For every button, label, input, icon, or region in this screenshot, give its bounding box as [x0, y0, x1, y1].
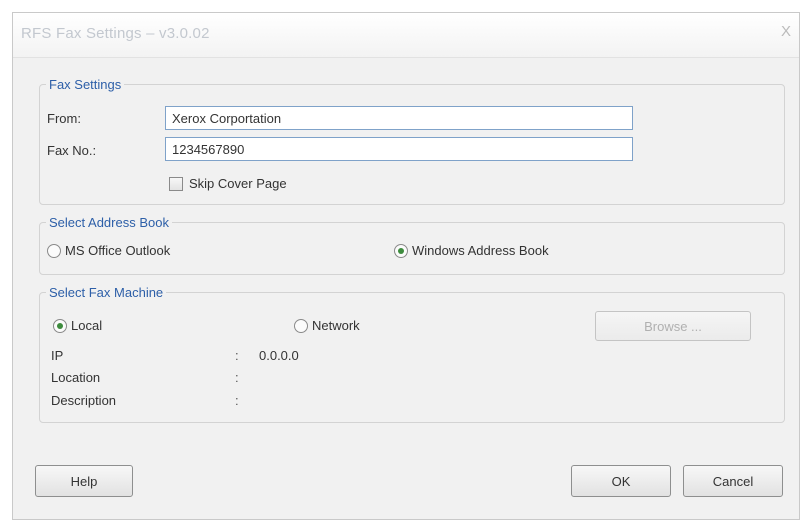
- fax-settings-legend: Fax Settings: [49, 77, 122, 92]
- close-icon[interactable]: X: [781, 23, 791, 40]
- windows-address-book-label[interactable]: Windows Address Book: [412, 243, 549, 258]
- local-radio-label[interactable]: Local: [71, 318, 102, 333]
- location-label: Location: [51, 370, 101, 385]
- fax-machine-group: Select Fax Machine: [39, 285, 785, 423]
- ip-label: IP: [51, 348, 64, 363]
- skip-cover-label[interactable]: Skip Cover Page: [189, 176, 287, 191]
- fax-settings-dialog: RFS Fax Settings – v3.0.02 X Fax Setting…: [12, 12, 800, 520]
- from-label: From:: [47, 111, 81, 126]
- ok-button[interactable]: OK: [571, 465, 671, 497]
- cancel-button[interactable]: Cancel: [683, 465, 783, 497]
- ip-colon: :: [235, 348, 239, 363]
- address-book-legend: Select Address Book: [49, 215, 169, 230]
- skip-cover-checkbox[interactable]: [169, 177, 183, 191]
- title-bar[interactable]: RFS Fax Settings – v3.0.02 X: [13, 13, 799, 58]
- location-colon: :: [235, 370, 239, 385]
- outlook-radio-label[interactable]: MS Office Outlook: [65, 243, 170, 258]
- network-radio[interactable]: [294, 319, 308, 333]
- description-colon: :: [235, 393, 239, 408]
- fax-no-input[interactable]: [165, 137, 633, 161]
- window-title: RFS Fax Settings – v3.0.02: [21, 25, 210, 42]
- windows-address-book-radio[interactable]: [394, 244, 408, 258]
- outlook-radio[interactable]: [47, 244, 61, 258]
- description-label: Description: [51, 393, 117, 408]
- from-input[interactable]: [165, 106, 633, 130]
- fax-machine-legend: Select Fax Machine: [49, 285, 164, 300]
- local-radio[interactable]: [53, 319, 67, 333]
- browse-button[interactable]: Browse ...: [595, 311, 751, 341]
- fax-no-label: Fax No.:: [47, 143, 97, 158]
- help-button[interactable]: Help: [35, 465, 133, 497]
- network-radio-label[interactable]: Network: [312, 318, 360, 333]
- ip-value: 0.0.0.0: [259, 348, 299, 363]
